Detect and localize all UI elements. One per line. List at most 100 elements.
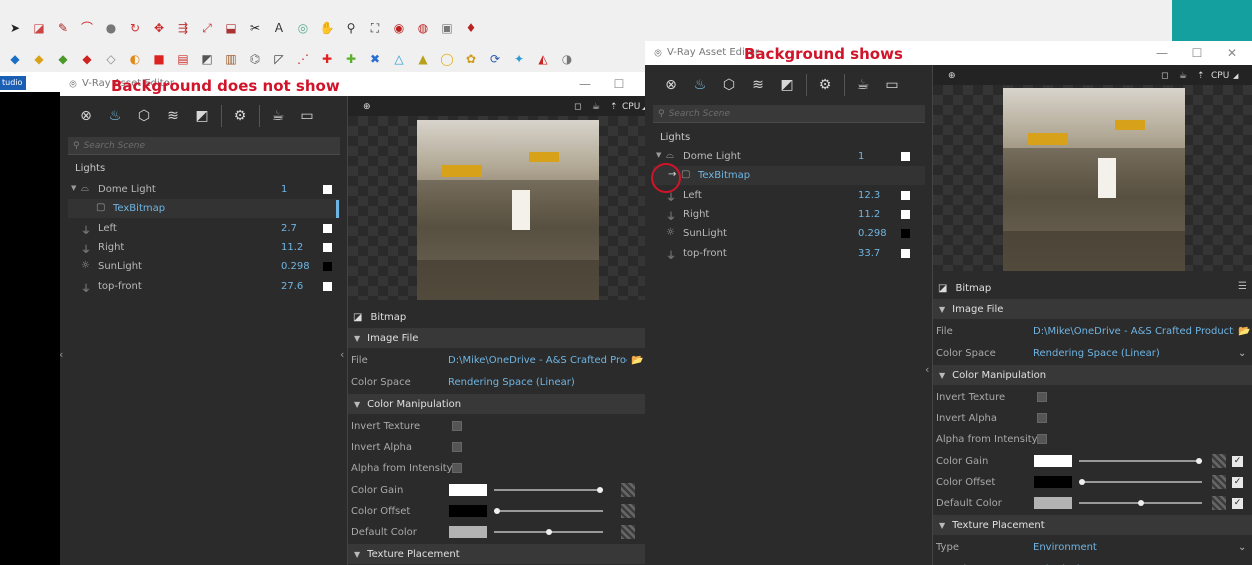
default-color-swatch[interactable] [449,526,487,538]
sandbox-4-icon[interactable]: ◆ [78,50,96,68]
alpha-from-intensity-checkbox[interactable] [1037,434,1047,444]
type-row-value[interactable]: Environment [1033,542,1234,553]
default-color-enable-checkbox[interactable]: ✓ [1232,498,1243,509]
lights-icon[interactable]: ♨ [689,74,711,96]
invert-texture-checkbox[interactable] [1037,392,1047,402]
pan-tool-icon[interactable]: ✋ [318,19,336,37]
color-gain-texture-slot[interactable] [621,483,635,497]
item-value[interactable]: 1 [858,151,864,162]
item-value[interactable]: 0.298 [281,261,310,272]
zoom-tool-icon[interactable]: ⚲ [342,19,360,37]
tree-item-left[interactable]: ⏚ Left 2.7 [68,219,340,238]
color-gain-enable-checkbox[interactable]: ✓ [1232,456,1243,467]
teapot-icon[interactable]: ☕ [592,102,600,112]
default-color-texture-slot[interactable] [621,525,635,539]
text-tool-icon[interactable]: Ａ [270,19,288,37]
item-value[interactable]: 33.7 [858,248,880,259]
color-offset-slider[interactable] [494,510,603,512]
pin-icon[interactable]: ⇡ [610,102,618,112]
sandbox-3-icon[interactable]: ◆ [54,50,72,68]
sandbox-5-icon[interactable]: ◇ [102,50,120,68]
close-button[interactable]: ✕ [1215,41,1249,65]
eraser-tool-icon[interactable]: ◪ [30,19,48,37]
zoom-extents-tool-icon[interactable]: ⛶ [366,19,384,37]
tree-item-top-front[interactable]: ⏚ top-front 27.6 [68,277,340,296]
item-color-swatch[interactable] [901,248,910,258]
section-Image File[interactable]: ▼ Image File [348,328,645,348]
tree-item-sunlight[interactable]: ☼ SunLight 0.298 [653,224,925,243]
color-offset-slider[interactable] [1079,481,1202,483]
settings-icon[interactable]: ⚙ [229,105,251,127]
tree-scrollbar[interactable] [336,200,339,218]
render-teapot-icon[interactable]: ☕ [852,74,874,96]
sandbox-8-icon[interactable]: ▤ [174,50,192,68]
invert-alpha-checkbox[interactable] [1037,413,1047,423]
frame-buffer-icon[interactable]: ▭ [296,105,318,127]
color-offset-texture-slot[interactable] [1212,475,1226,489]
item-value[interactable]: 1 [281,184,287,195]
materials-icon[interactable]: ⊗ [75,105,97,127]
collapse-left-icon[interactable]: ‹ [60,348,63,361]
titlebar[interactable]: ⌾ V-Ray Asset Editor Background shows — … [645,41,1252,65]
collapse-mid-icon[interactable]: ‹ [340,348,344,361]
item-color-swatch[interactable] [901,190,910,200]
tree-item-right[interactable]: ⏚ Right 11.2 [68,238,340,257]
collapse-mid-icon[interactable]: ‹ [925,363,929,376]
color-gain-slider-handle[interactable] [1196,458,1202,464]
item-value[interactable]: 27.6 [281,281,303,292]
item-color-swatch[interactable] [901,229,910,239]
item-value[interactable]: 0.298 [858,228,887,239]
minimize-button[interactable]: — [568,72,602,96]
item-color-swatch[interactable] [901,209,910,219]
sandbox-6-icon[interactable]: ◐ [126,50,144,68]
fur-icon[interactable]: ⟳ [486,50,504,68]
color-space-row-value[interactable]: Rendering Space (Linear) [448,377,627,388]
render-mode[interactable]: CPU [622,102,640,112]
color-gain-swatch[interactable] [449,484,487,496]
proxy-icon[interactable]: ◯ [438,50,456,68]
default-color-slider-handle[interactable] [545,529,552,535]
maximize-button[interactable]: ☐ [602,72,636,96]
dome-light-icon[interactable]: ◑ [558,50,576,68]
section-Image File[interactable]: ▼ Image File [933,299,1252,319]
color-offset-swatch[interactable] [449,505,487,517]
color-gain-slider-handle[interactable] [597,487,603,493]
paint-bucket-tool-icon[interactable]: ● [102,19,120,37]
layers-icon[interactable]: ≋ [747,74,769,96]
section-Texture Placement[interactable]: ▼ Texture Placement [348,544,645,564]
section-Texture Placement[interactable]: ▼ Texture Placement [933,515,1252,535]
item-color-swatch[interactable] [323,223,332,233]
file-row-value[interactable]: D:\Mike\OneDrive - A&S Crafted Products.… [448,355,627,366]
select-tool-icon[interactable]: ➤ [6,19,24,37]
geometry-icon[interactable]: ⬡ [718,74,740,96]
expand-arrow-icon[interactable]: ▼ [656,151,661,159]
search-input[interactable]: ⚲ Search Scene [68,137,340,155]
tree-item-texbitmap[interactable]: → ▢ TexBitmap [653,166,925,186]
light-mesh-icon[interactable]: ▲ [414,50,432,68]
lights-icon[interactable]: ♨ [104,105,126,127]
color-gain-swatch[interactable] [1034,455,1072,467]
teapot-icon[interactable]: ☕ [1179,71,1187,81]
stop-icon[interactable]: ◻ [1161,71,1168,81]
item-color-swatch[interactable] [323,185,332,194]
color-offset-slider-handle[interactable] [494,508,500,514]
item-color-swatch[interactable] [323,242,332,252]
collapse-arrow-icon[interactable]: ▼ [939,305,945,314]
maximize-button[interactable]: ☐ [1180,41,1214,65]
tape-measure-tool-icon[interactable]: ✂ [246,19,264,37]
vray-frame-buffer-icon[interactable]: ▣ [438,19,456,37]
expand-arrow-icon[interactable]: ▼ [71,184,76,192]
options-icon[interactable]: ☰ [1238,281,1247,292]
default-color-slider-handle[interactable] [1137,500,1144,506]
dropdown-icon[interactable]: ◢ [1233,72,1238,80]
scale-tool-icon[interactable]: ⤢ [198,19,216,37]
collapse-arrow-icon[interactable]: ▼ [354,400,360,409]
sandbox-12-icon[interactable]: ◸ [270,50,288,68]
color-offset-slider-handle[interactable] [1079,479,1085,485]
color-gain-texture-slot[interactable] [1212,454,1226,468]
color-offset-texture-slot[interactable] [621,504,635,518]
textures-icon[interactable]: ◩ [191,105,213,127]
sandbox-1-icon[interactable]: ◆ [6,50,24,68]
light-ies-icon[interactable]: ✖ [366,50,384,68]
invert-texture-checkbox[interactable] [452,421,462,431]
